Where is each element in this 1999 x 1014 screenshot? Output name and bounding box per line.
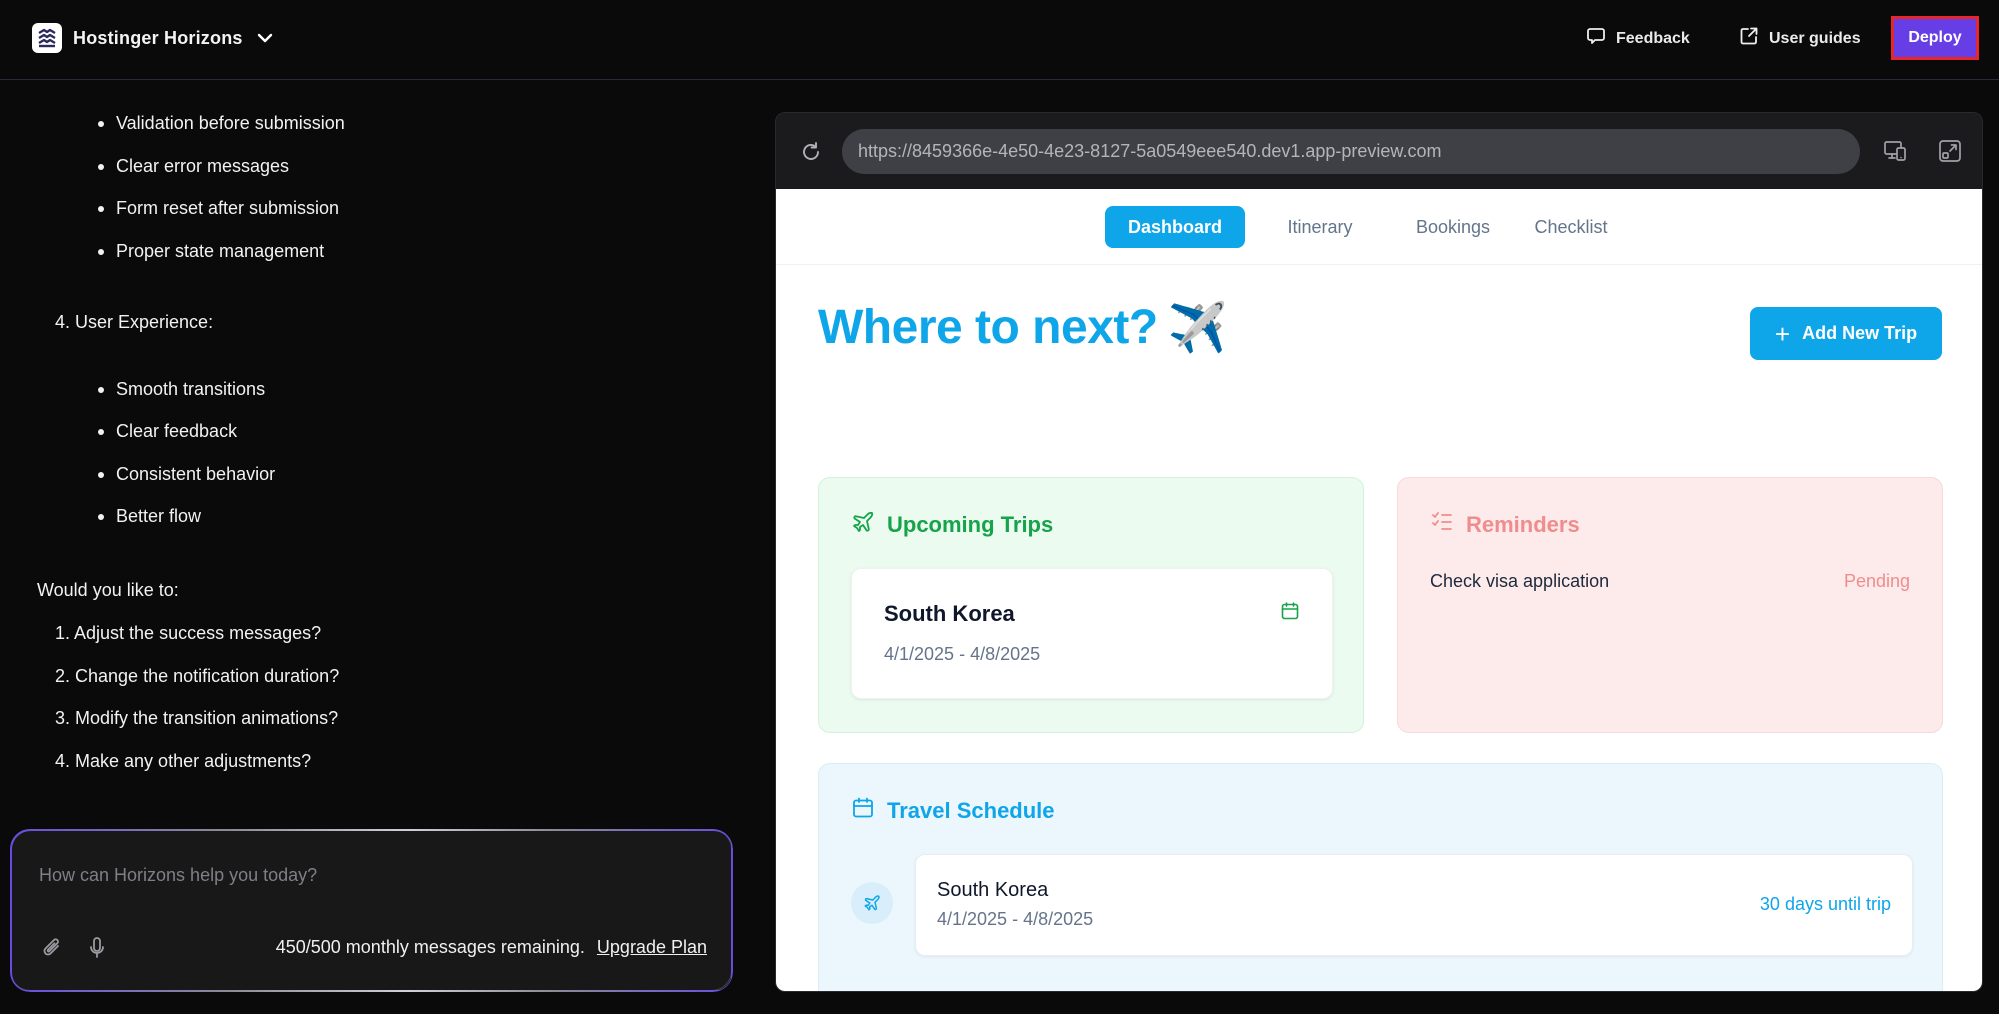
responsive-devices-icon[interactable]: [1883, 139, 1907, 168]
upcoming-trips-label: Upcoming Trips: [887, 512, 1054, 537]
upcoming-trips-card: Upcoming Trips South Korea 4/1/2025 - 4/…: [818, 477, 1364, 733]
chat-panel: Validation before submission Clear error…: [0, 81, 745, 821]
upgrade-plan-link[interactable]: Upgrade Plan: [597, 937, 707, 958]
page-title-text: Where to next?: [818, 301, 1158, 354]
list-item: Smooth transitions: [98, 379, 265, 400]
app-nav: Dashboard Itinerary Bookings Checklist: [776, 189, 1982, 265]
chevron-down-icon: [257, 33, 273, 43]
open-external-icon[interactable]: [1938, 139, 1962, 168]
travel-schedule-label: Travel Schedule: [887, 798, 1055, 823]
feedback-label: Feedback: [1616, 29, 1690, 47]
top-bar: Hostinger Horizons Feedback User guides …: [0, 0, 1999, 80]
paperclip-icon[interactable]: [41, 936, 63, 965]
reload-icon[interactable]: [800, 141, 822, 168]
reminders-card: Reminders Check visa application Pending: [1397, 477, 1943, 733]
list-item: Clear feedback: [98, 421, 237, 442]
prompt-box: 450/500 monthly messages remaining. Upgr…: [10, 829, 732, 991]
user-guides-link[interactable]: User guides: [1739, 26, 1861, 51]
tab-itinerary[interactable]: Itinerary: [1270, 206, 1370, 248]
tab-checklist[interactable]: Checklist: [1521, 206, 1621, 248]
option-item: 2. Change the notification duration?: [55, 666, 340, 686]
airplane-emoji-icon: ✈️: [1167, 302, 1228, 355]
quota-text: 450/500 monthly messages remaining.: [275, 937, 585, 957]
reminders-label: Reminders: [1466, 512, 1580, 537]
list-item: Form reset after submission: [98, 198, 339, 219]
list-item: Consistent behavior: [98, 464, 275, 485]
trip-card[interactable]: South Korea 4/1/2025 - 4/8/2025: [851, 568, 1333, 699]
page-title: Where to next? ✈️: [818, 299, 1227, 356]
app-preview: Dashboard Itinerary Bookings Checklist W…: [776, 189, 1982, 991]
option-item: 4. Make any other adjustments?: [55, 751, 312, 771]
deploy-button[interactable]: Deploy: [1891, 16, 1979, 60]
plane-icon: [851, 882, 893, 924]
option-item: 1. Adjust the success messages?: [55, 623, 322, 643]
quota-info: 450/500 monthly messages remaining. Upgr…: [276, 937, 707, 958]
schedule-trip-dates: 4/1/2025 - 4/8/2025: [937, 909, 1094, 929]
url-bar[interactable]: https://8459366e-4e50-4e23-8127-5a0549ee…: [842, 129, 1860, 174]
tab-dashboard[interactable]: Dashboard: [1105, 206, 1245, 248]
chat-bubble-icon: [1586, 26, 1616, 51]
plane-icon: [851, 510, 887, 540]
list-item: Better flow: [98, 506, 201, 527]
status-badge: Pending: [1843, 571, 1910, 591]
add-new-trip-label: Add New Trip: [1802, 323, 1918, 343]
list-item: Clear error messages: [98, 156, 289, 177]
brand-switcher[interactable]: Hostinger Horizons: [32, 23, 273, 53]
calendar-icon: [1280, 601, 1300, 626]
plus-icon: +: [1774, 318, 1791, 349]
feedback-link[interactable]: Feedback: [1586, 26, 1690, 51]
reminders-title: Reminders: [1430, 510, 1580, 540]
trip-name: South Korea: [884, 601, 1015, 626]
tab-bookings[interactable]: Bookings: [1403, 206, 1503, 248]
question-text: Would you like to:: [37, 580, 179, 600]
horizons-logo-icon: [32, 23, 62, 53]
list-item: Proper state management: [98, 241, 324, 262]
reminder-text: Check visa application: [1430, 571, 1610, 591]
travel-schedule-title: Travel Schedule: [851, 796, 1055, 826]
microphone-icon[interactable]: [89, 936, 105, 965]
schedule-item[interactable]: South Korea 4/1/2025 - 4/8/2025 30 days …: [915, 854, 1913, 956]
section-heading: 4. User Experience:: [55, 312, 214, 332]
list-item: Validation before submission: [98, 113, 345, 134]
external-link-icon: [1739, 26, 1769, 51]
trip-countdown: 30 days until trip: [1759, 894, 1891, 914]
preview-window: https://8459366e-4e50-4e23-8127-5a0549ee…: [775, 112, 1983, 992]
checklist-icon: [1430, 510, 1466, 540]
trip-dates: 4/1/2025 - 4/8/2025: [884, 644, 1041, 664]
option-item: 3. Modify the transition animations?: [55, 708, 339, 728]
user-guides-label: User guides: [1769, 29, 1861, 47]
schedule-trip-name: South Korea: [937, 879, 1049, 901]
calendar-icon: [851, 796, 887, 826]
upcoming-trips-title: Upcoming Trips: [851, 510, 1053, 540]
travel-schedule-card: Travel Schedule South Korea 4/1/2025 - 4…: [818, 763, 1943, 991]
add-new-trip-button[interactable]: + Add New Trip: [1750, 307, 1942, 360]
prompt-input[interactable]: [39, 860, 699, 890]
brand-name: Hostinger Horizons: [73, 27, 243, 48]
preview-toolbar: https://8459366e-4e50-4e23-8127-5a0549ee…: [776, 113, 1982, 189]
